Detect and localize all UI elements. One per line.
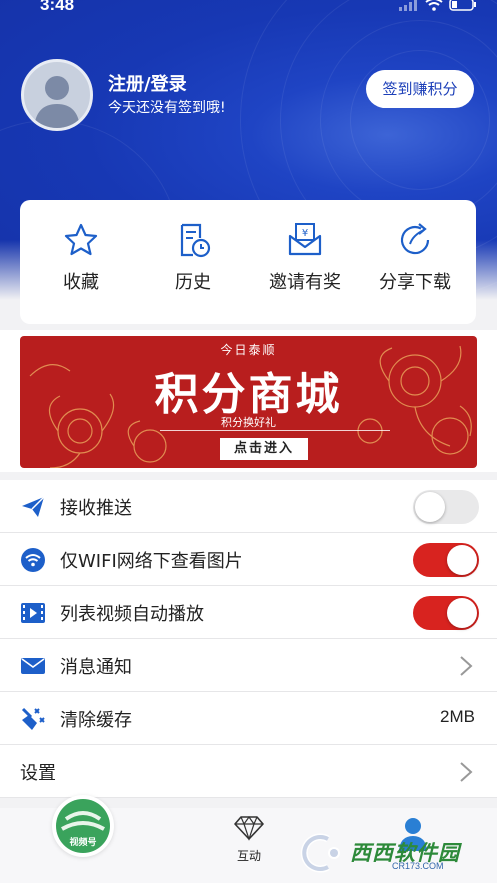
paper-plane-icon — [22, 496, 45, 517]
setting-label: 设置 — [20, 763, 56, 784]
mail-icon — [21, 658, 45, 674]
invite-reward-icon: ¥ — [288, 223, 322, 256]
tab-video[interactable]: 视频号 — [52, 795, 114, 857]
setting-row-push[interactable]: 接收推送 — [0, 480, 497, 533]
watermark-url: CR173.COM — [392, 861, 444, 871]
default-avatar-icon — [34, 76, 80, 128]
setting-row-clear-cache[interactable]: 清除缓存 2MB — [0, 692, 497, 745]
battery-icon — [449, 0, 476, 11]
banner-top-text: 今日泰顺 — [220, 343, 277, 357]
status-time: 3:48 — [40, 0, 75, 14]
signal-icon — [399, 0, 417, 11]
tab-interaction-label: 互动 — [236, 849, 261, 863]
watermark-logo-icon — [300, 833, 340, 873]
setting-row-autoplay[interactable]: 列表视频自动播放 — [0, 586, 497, 639]
push-toggle[interactable] — [413, 490, 479, 524]
quick-action-history[interactable]: 历史 — [138, 220, 248, 294]
checkin-status-text: 今天还没有签到哦! — [108, 100, 226, 116]
broom-icon — [21, 707, 45, 730]
points-mall-banner[interactable]: 今日泰顺 积分商城 积分换好礼 点击进入 — [20, 336, 477, 468]
setting-label: 清除缓存 — [60, 710, 132, 731]
login-register-link[interactable]: 注册/登录 — [108, 70, 187, 96]
setting-label: 消息通知 — [60, 657, 132, 678]
diamond-icon — [234, 815, 264, 841]
avatar[interactable] — [21, 59, 93, 131]
autoplay-toggle[interactable] — [413, 596, 479, 630]
video-channel-logo: 视频号 — [56, 799, 110, 853]
wifi-status-icon — [425, 0, 443, 11]
checkin-button[interactable]: 签到赚积分 — [366, 70, 474, 108]
setting-label: 接收推送 — [60, 498, 132, 519]
settings-list: 接收推送 仅WIFI网络下查看图片 列表视频自动播放 消息通知 清除缓存 2MB… — [0, 480, 497, 798]
setting-row-notifications[interactable]: 消息通知 — [0, 639, 497, 692]
banner-enter-button[interactable]: 点击进入 — [220, 438, 308, 460]
quick-action-share[interactable]: 分享下载 — [360, 220, 470, 294]
status-bar: 3:48 — [0, 0, 497, 18]
quick-action-label: 历史 — [175, 272, 211, 293]
video-icon — [21, 603, 45, 623]
banner-divider — [160, 430, 390, 431]
share-icon — [400, 223, 430, 255]
history-icon — [180, 223, 211, 258]
cache-size-value: 2MB — [440, 707, 475, 726]
banner-title: 积分商城 — [154, 369, 343, 420]
quick-action-label: 收藏 — [63, 272, 99, 293]
wifi-icon — [21, 548, 45, 572]
quick-action-invite[interactable]: ¥ 邀请有奖 — [250, 220, 360, 294]
quick-actions-card: 收藏 历史 ¥ 邀请有奖 分享下载 — [20, 200, 476, 324]
setting-row-settings[interactable]: 设置 — [0, 745, 497, 798]
wifi-images-toggle[interactable] — [413, 543, 479, 577]
quick-action-label: 分享下载 — [379, 272, 451, 293]
quick-action-label: 邀请有奖 — [269, 272, 341, 293]
chevron-right-icon — [460, 656, 473, 676]
star-icon — [64, 223, 98, 256]
setting-label: 仅WIFI网络下查看图片 — [60, 551, 243, 572]
site-watermark: 西西软件园 CR173.COM — [298, 833, 488, 873]
quick-action-favorites[interactable]: 收藏 — [26, 220, 136, 294]
setting-row-wifi-images[interactable]: 仅WIFI网络下查看图片 — [0, 533, 497, 586]
chevron-right-icon — [460, 762, 473, 782]
banner-subtitle: 积分换好礼 — [221, 416, 276, 429]
video-channel-label: 视频号 — [69, 838, 97, 848]
setting-label: 列表视频自动播放 — [60, 604, 204, 625]
tab-interaction[interactable]: 互动 — [225, 815, 273, 864]
svg-text:¥: ¥ — [302, 228, 308, 239]
